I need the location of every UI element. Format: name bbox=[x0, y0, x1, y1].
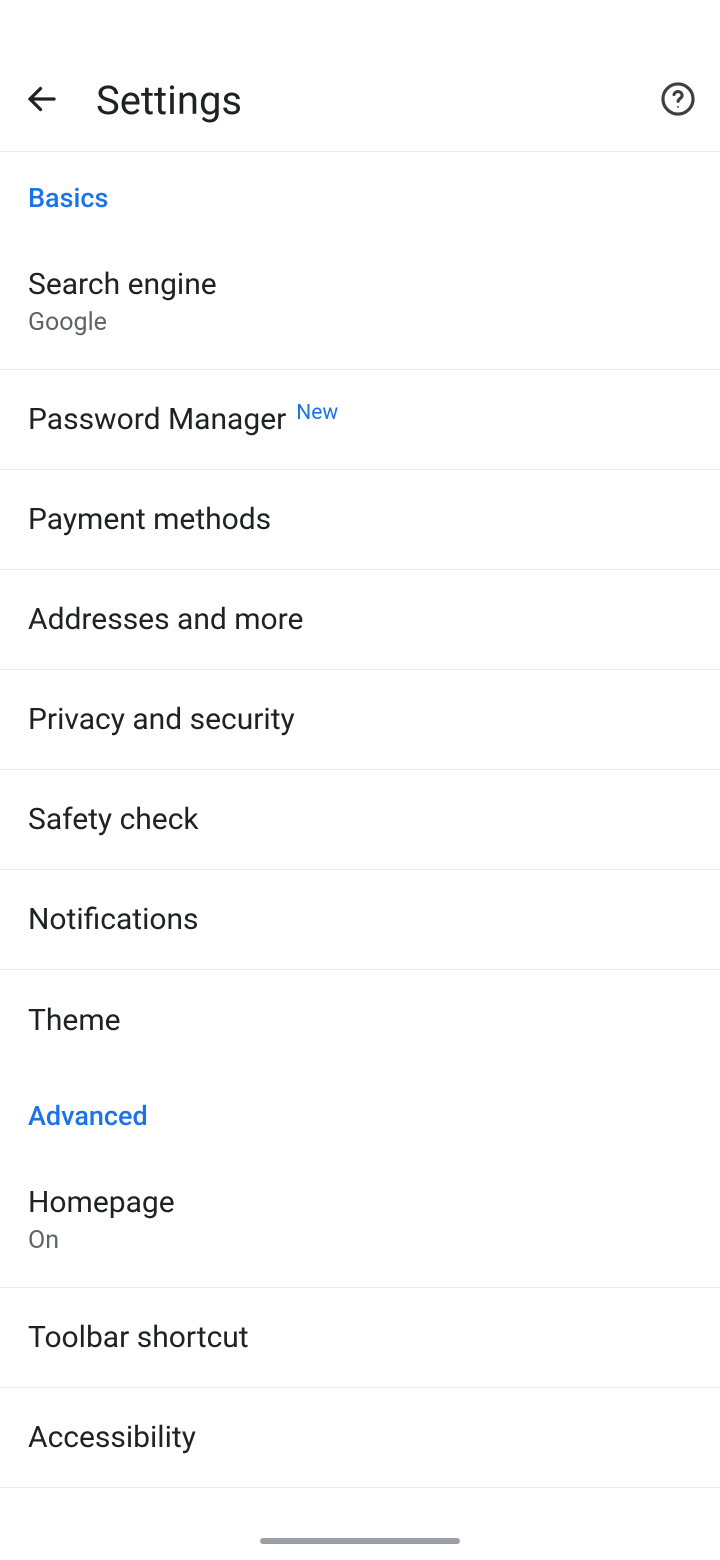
new-badge: New bbox=[296, 401, 338, 425]
setting-search-engine[interactable]: Search engine Google bbox=[0, 234, 720, 370]
setting-title: Toolbar shortcut bbox=[28, 1320, 692, 1355]
section-header-basics: Basics bbox=[0, 152, 720, 234]
page-title: Settings bbox=[96, 77, 654, 124]
setting-subtitle: On bbox=[28, 1226, 692, 1255]
setting-title: Password Manager New bbox=[28, 402, 692, 437]
setting-privacy[interactable]: Privacy and security bbox=[0, 670, 720, 770]
setting-theme[interactable]: Theme bbox=[0, 970, 720, 1070]
setting-title: Privacy and security bbox=[28, 702, 692, 737]
setting-notifications[interactable]: Notifications bbox=[0, 870, 720, 970]
setting-title: Payment methods bbox=[28, 502, 692, 537]
arrow-left-icon bbox=[24, 81, 60, 121]
setting-title: Addresses and more bbox=[28, 602, 692, 637]
setting-safety-check[interactable]: Safety check bbox=[0, 770, 720, 870]
home-indicator[interactable] bbox=[260, 1538, 460, 1544]
header: Settings bbox=[0, 50, 720, 152]
section-header-advanced: Advanced bbox=[0, 1070, 720, 1152]
setting-title: Homepage bbox=[28, 1185, 692, 1220]
setting-title: Notifications bbox=[28, 902, 692, 937]
setting-toolbar-shortcut[interactable]: Toolbar shortcut bbox=[0, 1288, 720, 1388]
setting-homepage[interactable]: Homepage On bbox=[0, 1152, 720, 1288]
setting-addresses[interactable]: Addresses and more bbox=[0, 570, 720, 670]
help-button[interactable] bbox=[654, 77, 702, 125]
label-text: Password Manager bbox=[28, 402, 286, 437]
setting-title: Theme bbox=[28, 1003, 692, 1038]
help-icon bbox=[659, 80, 697, 122]
setting-subtitle: Google bbox=[28, 308, 692, 337]
back-button[interactable] bbox=[18, 77, 66, 125]
status-bar bbox=[0, 0, 720, 50]
setting-title: Accessibility bbox=[28, 1420, 692, 1455]
setting-payment-methods[interactable]: Payment methods bbox=[0, 470, 720, 570]
setting-accessibility[interactable]: Accessibility bbox=[0, 1388, 720, 1488]
setting-password-manager[interactable]: Password Manager New bbox=[0, 370, 720, 470]
setting-title: Search engine bbox=[28, 267, 692, 302]
setting-title: Safety check bbox=[28, 802, 692, 837]
